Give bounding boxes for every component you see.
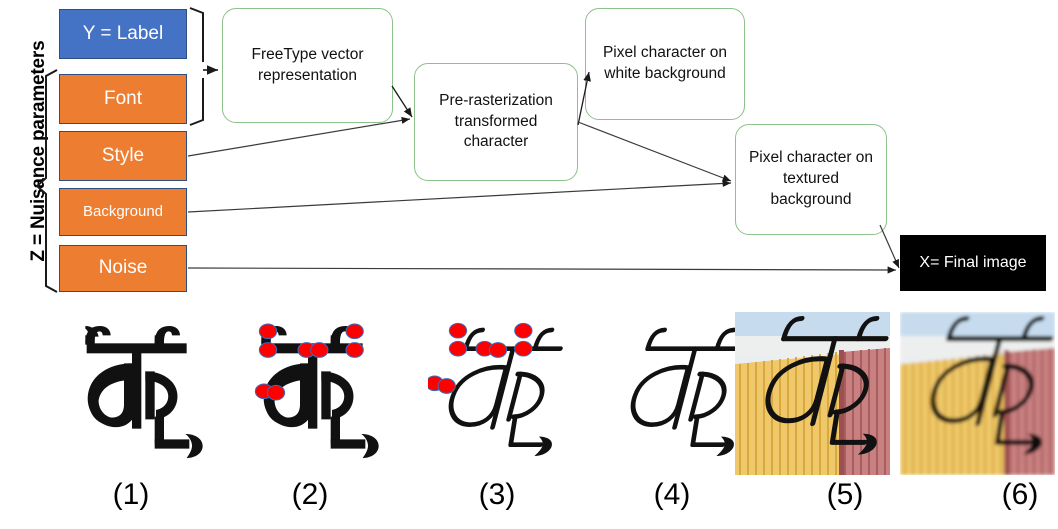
param-box-noise[interactable]: Noise <box>59 245 187 292</box>
arrow-noise-to-final <box>187 266 897 274</box>
glyph-upright-solid <box>85 326 203 458</box>
param-box-label[interactable]: Y = Label <box>59 9 187 59</box>
param-box-font[interactable]: Font <box>59 74 187 124</box>
arrow-background-to-pixel-textured <box>187 179 732 213</box>
example-panel-4 <box>610 306 750 476</box>
example-panel-5 <box>735 312 890 475</box>
stage-box-pixel-textured-text: Pixel character on textured background <box>748 149 874 208</box>
example-caption-5: (5) <box>826 478 864 511</box>
textured-photo-background <box>735 312 890 475</box>
arrow-style-to-prerast <box>187 116 411 157</box>
arrow-freetype-to-prerast <box>391 85 413 118</box>
param-box-style-text: Style <box>101 144 145 166</box>
example-caption-4: (4) <box>653 478 691 511</box>
example-caption-6: (6) <box>1001 478 1039 511</box>
axis-label-nuisance-parameters: Z = Nuisance parameters <box>28 40 49 262</box>
final-image-box-text: X= Final image <box>919 254 1027 271</box>
example-caption-1: (1) <box>112 478 150 511</box>
param-box-style[interactable]: Style <box>59 131 187 181</box>
example-panel-3 <box>428 306 568 476</box>
param-box-label-text: Y = Label <box>82 22 164 44</box>
final-image-box[interactable]: X= Final image <box>900 235 1046 291</box>
glyph-upright-with-points <box>254 323 379 458</box>
param-box-background[interactable]: Background <box>59 188 187 236</box>
example-panel-6 <box>900 312 1055 475</box>
stage-box-freetype[interactable]: FreeType vector representation <box>222 8 393 123</box>
textured-photo-background-blurred <box>900 312 1055 475</box>
glyph-slanted-with-points <box>428 322 568 476</box>
stage-box-pixel-textured[interactable]: Pixel character on textured background <box>735 124 887 235</box>
stage-box-prerasterization-text: Pre-rasterization transformed character <box>439 91 553 151</box>
bracket-label-font <box>189 7 204 126</box>
stage-box-pixel-white-text: Pixel character on white background <box>602 44 728 82</box>
example-caption-2: (2) <box>291 478 329 511</box>
example-panel-1 <box>72 306 212 476</box>
example-caption-3: (3) <box>478 478 516 511</box>
param-box-noise-text: Noise <box>98 257 148 279</box>
param-box-font-text: Font <box>103 87 143 109</box>
example-panel-2 <box>248 306 388 476</box>
stage-box-freetype-text: FreeType vector representation <box>251 45 364 84</box>
arrow-pixel-textured-to-final <box>879 224 900 269</box>
stage-box-pixel-white[interactable]: Pixel character on white background <box>585 8 745 120</box>
param-box-background-text: Background <box>82 202 164 220</box>
arrow-prerast-to-pixel-textured <box>577 121 732 182</box>
diagram-canvas: Z = Nuisance parameters Y = Label Font S… <box>0 0 1058 529</box>
stage-box-prerasterization[interactable]: Pre-rasterization transformed character <box>414 63 578 181</box>
glyph-slanted-clean <box>610 306 750 476</box>
